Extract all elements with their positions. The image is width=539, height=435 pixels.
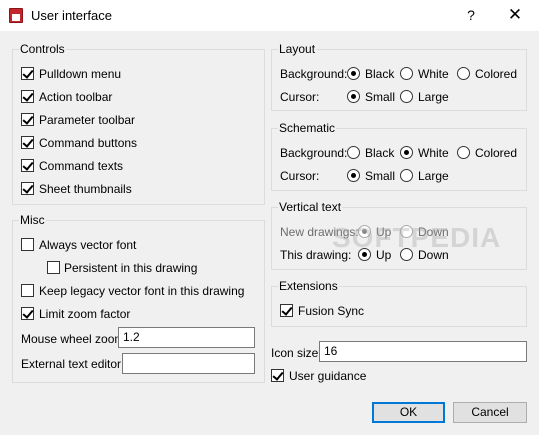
title-bar: User interface ? ✕ bbox=[0, 0, 539, 31]
layout-bg-black-radio[interactable] bbox=[347, 67, 360, 80]
external-text-editor-label: External text editor bbox=[21, 357, 122, 371]
schematic-bg-black-label: Black bbox=[365, 146, 395, 160]
vertical-text-group-title: Vertical text bbox=[278, 200, 343, 214]
schematic-cursor-label: Cursor: bbox=[280, 169, 320, 183]
new-drawings-down-radio[interactable] bbox=[400, 225, 413, 238]
sheet-thumbnails-checkbox[interactable] bbox=[21, 182, 34, 195]
layout-cursor-large-label: Large bbox=[418, 90, 449, 104]
cancel-button[interactable]: Cancel bbox=[453, 402, 527, 423]
layout-bg-colored-radio[interactable] bbox=[457, 67, 470, 80]
pulldown-menu-checkbox[interactable] bbox=[21, 67, 34, 80]
command-buttons-checkbox[interactable] bbox=[21, 136, 34, 149]
parameter-toolbar-label: Parameter toolbar bbox=[39, 113, 136, 127]
controls-group-title: Controls bbox=[19, 42, 66, 56]
this-drawing-up-radio[interactable] bbox=[358, 248, 371, 261]
keep-legacy-font-checkbox[interactable] bbox=[21, 284, 34, 297]
misc-group-title: Misc bbox=[19, 213, 46, 227]
always-vector-font-label: Always vector font bbox=[39, 238, 137, 252]
layout-bg-colored-label: Colored bbox=[475, 67, 518, 81]
icon-size-input[interactable]: 16 bbox=[319, 341, 527, 362]
ok-button[interactable]: OK bbox=[372, 402, 445, 423]
user-guidance-checkbox[interactable] bbox=[271, 369, 284, 382]
layout-cursor-large-radio[interactable] bbox=[400, 90, 413, 103]
user-guidance-label: User guidance bbox=[289, 369, 367, 383]
window-title: User interface bbox=[31, 8, 112, 23]
fusion-sync-checkbox[interactable] bbox=[280, 304, 293, 317]
schematic-bg-colored-radio[interactable] bbox=[457, 146, 470, 159]
fusion-sync-label: Fusion Sync bbox=[298, 304, 365, 318]
always-vector-font-checkbox[interactable] bbox=[21, 238, 34, 251]
new-drawings-label: New drawings: bbox=[280, 225, 359, 239]
this-drawing-down-label: Down bbox=[418, 248, 449, 262]
close-button[interactable]: ✕ bbox=[500, 4, 530, 26]
layout-cursor-small-label: Small bbox=[365, 90, 396, 104]
schematic-cursor-large-radio[interactable] bbox=[400, 169, 413, 182]
limit-zoom-label: Limit zoom factor bbox=[39, 307, 131, 321]
action-toolbar-checkbox[interactable] bbox=[21, 90, 34, 103]
this-drawing-label: This drawing: bbox=[280, 248, 352, 262]
schematic-cursor-large-label: Large bbox=[418, 169, 449, 183]
schematic-bg-colored-label: Colored bbox=[475, 146, 518, 160]
layout-cursor-label: Cursor: bbox=[280, 90, 320, 104]
schematic-group-title: Schematic bbox=[278, 121, 337, 135]
layout-bg-white-label: White bbox=[418, 67, 449, 81]
app-logo-icon bbox=[9, 8, 23, 23]
action-toolbar-label: Action toolbar bbox=[39, 90, 113, 104]
schematic-bg-white-label: White bbox=[418, 146, 449, 160]
schematic-cursor-small-label: Small bbox=[365, 169, 396, 183]
command-texts-checkbox[interactable] bbox=[21, 159, 34, 172]
extensions-group-title: Extensions bbox=[278, 279, 339, 293]
schematic-cursor-small-radio[interactable] bbox=[347, 169, 360, 182]
layout-group-title: Layout bbox=[278, 42, 317, 56]
command-texts-label: Command texts bbox=[39, 159, 124, 173]
mouse-wheel-zoom-label: Mouse wheel zoom bbox=[21, 332, 125, 346]
new-drawings-up-label: Up bbox=[376, 225, 392, 239]
new-drawings-down-label: Down bbox=[418, 225, 449, 239]
sheet-thumbnails-label: Sheet thumbnails bbox=[39, 182, 132, 196]
this-drawing-up-label: Up bbox=[376, 248, 392, 262]
external-text-editor-input[interactable] bbox=[122, 353, 255, 374]
schematic-bg-black-radio[interactable] bbox=[347, 146, 360, 159]
layout-background-label: Background: bbox=[280, 67, 348, 81]
help-button[interactable]: ? bbox=[460, 4, 482, 26]
limit-zoom-checkbox[interactable] bbox=[21, 307, 34, 320]
new-drawings-up-radio[interactable] bbox=[358, 225, 371, 238]
persistent-drawing-label: Persistent in this drawing bbox=[64, 261, 198, 275]
layout-bg-white-radio[interactable] bbox=[400, 67, 413, 80]
keep-legacy-font-label: Keep legacy vector font in this drawing bbox=[39, 284, 245, 298]
layout-bg-black-label: Black bbox=[365, 67, 395, 81]
mouse-wheel-zoom-input[interactable]: 1.2 bbox=[118, 327, 255, 348]
layout-cursor-small-radio[interactable] bbox=[347, 90, 360, 103]
icon-size-label: Icon size bbox=[271, 346, 319, 360]
this-drawing-down-radio[interactable] bbox=[400, 248, 413, 261]
persistent-drawing-checkbox[interactable] bbox=[47, 261, 60, 274]
command-buttons-label: Command buttons bbox=[39, 136, 138, 150]
pulldown-menu-label: Pulldown menu bbox=[39, 67, 122, 81]
schematic-background-label: Background: bbox=[280, 146, 348, 160]
parameter-toolbar-checkbox[interactable] bbox=[21, 113, 34, 126]
schematic-bg-white-radio[interactable] bbox=[400, 146, 413, 159]
